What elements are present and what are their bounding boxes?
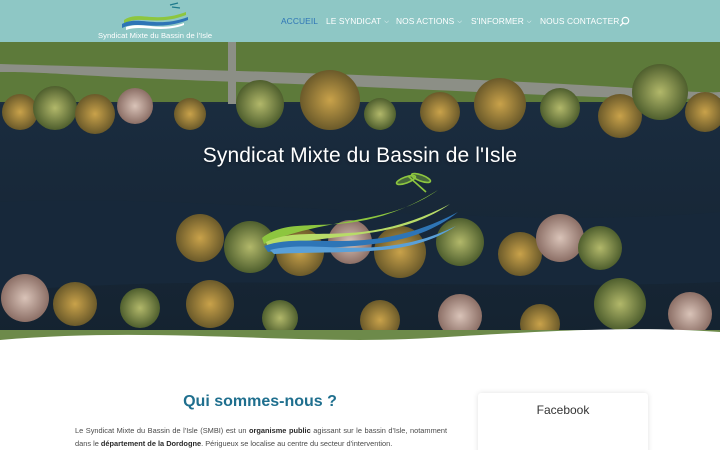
nav-accueil[interactable]: ACCUEIL bbox=[281, 16, 318, 26]
intro-text: . Périgueux se localise au centre du sec… bbox=[201, 438, 393, 448]
nav-label: S'INFORMER bbox=[471, 16, 524, 26]
facebook-widget-title: Facebook bbox=[536, 403, 590, 417]
site-logo[interactable]: Syndicat Mixte du Bassin de l'Isle bbox=[98, 2, 216, 40]
chevron-down-icon: ⌵ bbox=[526, 19, 532, 25]
nav-nos-actions[interactable]: NOS ACTIONS ⌵ bbox=[396, 16, 462, 27]
search-icon[interactable] bbox=[619, 16, 630, 27]
intro-paragraph: Le Syndicat Mixte du Bassin de l'Isle (S… bbox=[75, 425, 447, 450]
nav-s-informer[interactable]: S'INFORMER ⌵ bbox=[471, 16, 532, 27]
logo-text: Syndicat Mixte du Bassin de l'Isle bbox=[98, 31, 213, 40]
nav-le-syndicat[interactable]: LE SYNDICAT ⌵ bbox=[326, 16, 389, 27]
hero-bottom-wave bbox=[0, 329, 720, 352]
nav-label: NOS ACTIONS bbox=[396, 16, 455, 26]
dragonfly-waves-logo-icon bbox=[262, 172, 458, 254]
facebook-widget: Facebook bbox=[478, 393, 648, 450]
hero-slider: Syndicat Mixte du Bassin de l'Isle bbox=[0, 42, 720, 352]
logo-waves-icon bbox=[122, 2, 188, 30]
intro-bold-text: organisme public bbox=[249, 426, 311, 435]
nav-label: LE SYNDICAT bbox=[326, 16, 382, 26]
intro-text: Le Syndicat Mixte du Bassin de l'Isle (S… bbox=[75, 426, 250, 435]
chevron-down-icon: ⌵ bbox=[384, 19, 390, 25]
intro-bold-text: département de la Dordogne bbox=[100, 438, 202, 448]
site-header: Syndicat Mixte du Bassin de l'Isle ACCUE… bbox=[0, 0, 720, 42]
nav-nous-contacter[interactable]: NOUS CONTACTER bbox=[540, 16, 619, 26]
nav-label: NOUS CONTACTER bbox=[540, 16, 620, 26]
nav-label: ACCUEIL bbox=[281, 16, 319, 26]
section-title: Qui sommes-nous ? bbox=[183, 393, 337, 410]
hero-title: Syndicat Mixte du Bassin de l'Isle bbox=[202, 144, 518, 167]
chevron-down-icon: ⌵ bbox=[457, 19, 462, 25]
